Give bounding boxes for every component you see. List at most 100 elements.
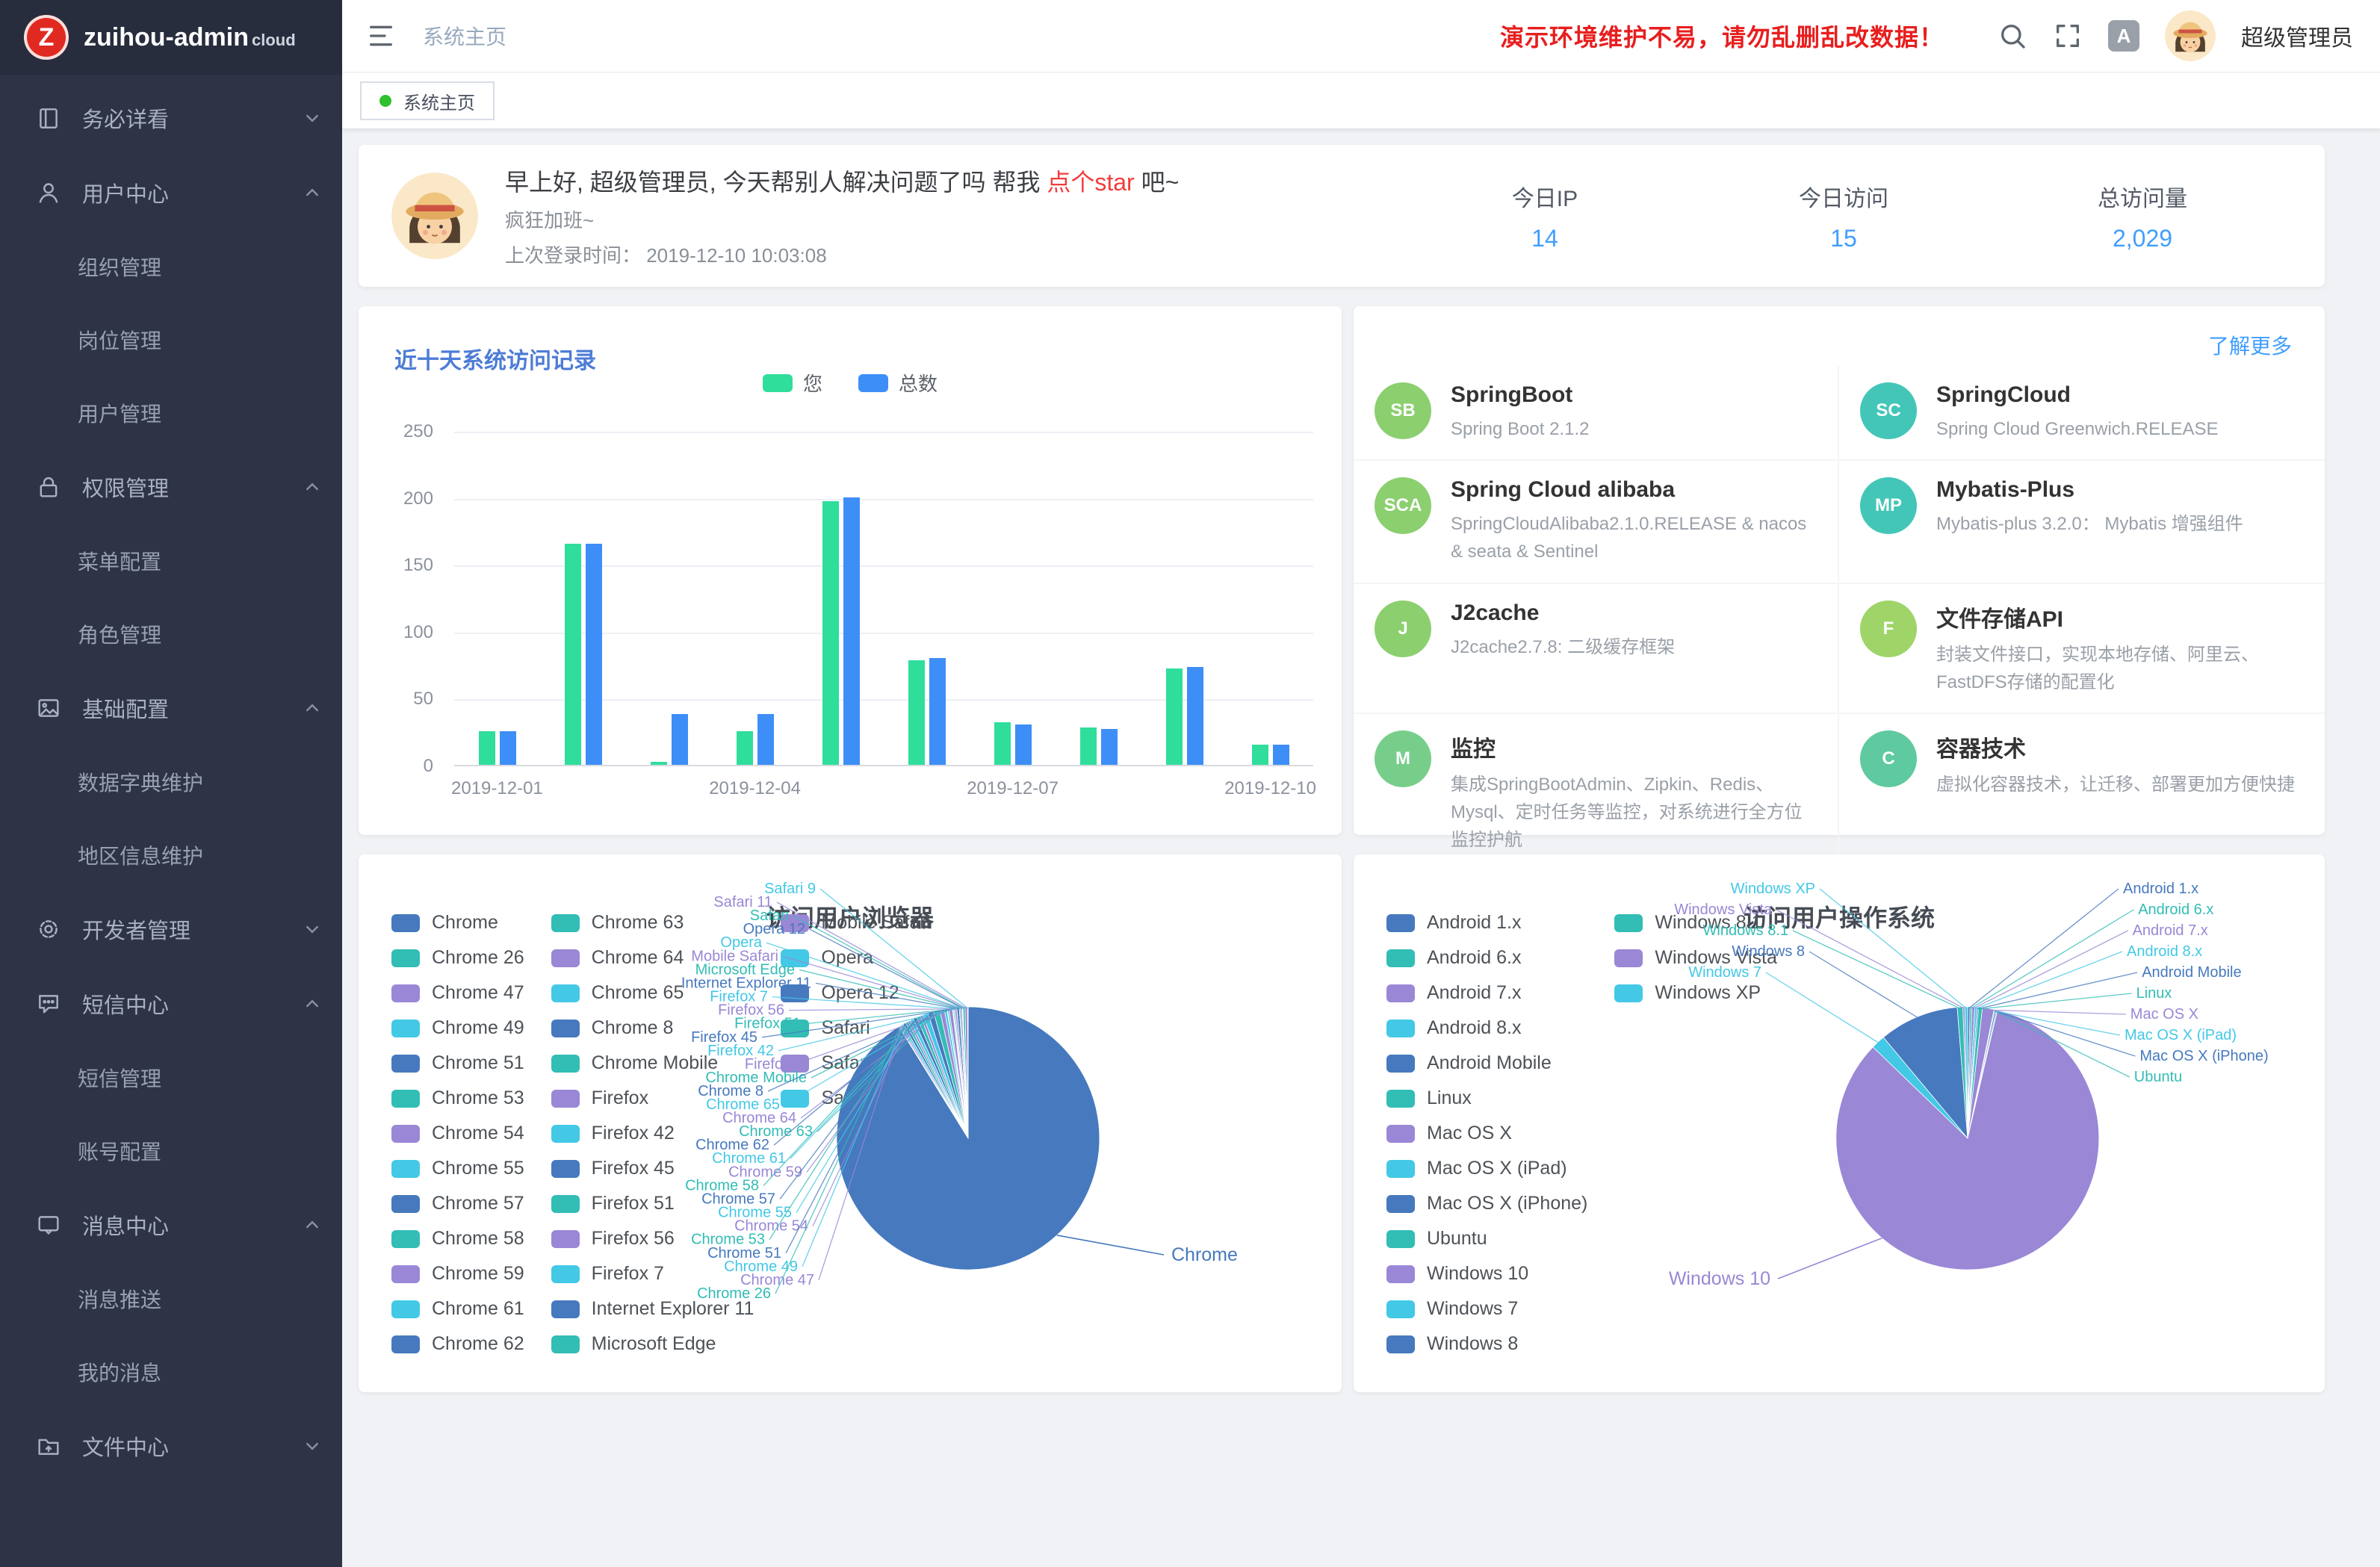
sidebar-item-message-center[interactable]: 消息中心	[0, 1188, 342, 1262]
legend-item[interactable]: Android Mobile	[1386, 1052, 1587, 1074]
sidebar-item-user-management[interactable]: 用户管理	[0, 376, 342, 450]
tab-home[interactable]: 系统主页	[360, 81, 495, 120]
sidebar-item-base-config[interactable]: 基础配置	[0, 671, 342, 745]
sidebar-item-developer-management[interactable]: 开发者管理	[0, 892, 342, 966]
bar-series-0[interactable]	[908, 660, 925, 765]
legend-item[interactable]: Chrome 59	[391, 1263, 524, 1285]
legend-item[interactable]: Firefox 56	[551, 1228, 754, 1250]
legend-item[interactable]: Chrome 51	[391, 1052, 524, 1074]
legend-item[interactable]: Opera	[781, 947, 930, 969]
bar-series-1[interactable]	[586, 544, 602, 765]
legend-item[interactable]: Chrome 47	[391, 982, 524, 1004]
sidebar-item-must-read[interactable]: 务必详看	[0, 81, 342, 155]
username[interactable]: 超级管理员	[2241, 19, 2353, 52]
legend-item[interactable]: Opera 12	[781, 982, 930, 1004]
legend-item[interactable]: Windows XP	[1614, 982, 1777, 1004]
bar-series-1[interactable]	[1273, 745, 1289, 765]
legend-item[interactable]: Chrome 8	[551, 1017, 754, 1039]
bar-series-0[interactable]	[994, 722, 1011, 765]
legend-item[interactable]: Chrome 54	[391, 1123, 524, 1144]
legend-item[interactable]: Linux	[1386, 1087, 1587, 1109]
legend-item[interactable]: Windows 10	[1386, 1263, 1587, 1285]
sidebar-item-message-push[interactable]: 消息推送	[0, 1262, 342, 1335]
legend-item[interactable]: Chrome 57	[391, 1193, 524, 1214]
legend-item[interactable]: Firefox 7	[551, 1263, 754, 1285]
bar-series-0[interactable]	[651, 762, 667, 765]
legend-item[interactable]: Mobile Safari	[781, 912, 930, 934]
bar-series-0[interactable]	[1252, 745, 1268, 765]
breadcrumb[interactable]: 系统主页	[423, 21, 506, 51]
menu-fold-icon[interactable]	[366, 21, 396, 51]
learn-more-link[interactable]: 了解更多	[2208, 330, 2292, 360]
bar-series-1[interactable]	[1187, 667, 1203, 765]
legend-item[interactable]: Chrome 26	[391, 947, 524, 969]
legend-item[interactable]: Chrome 58	[391, 1228, 524, 1250]
legend-item[interactable]: Android 8.x	[1386, 1017, 1587, 1039]
bar-series-1[interactable]	[843, 497, 860, 765]
bar-series-0[interactable]	[565, 544, 581, 765]
sidebar-item-dict-maintenance[interactable]: 数据字典维护	[0, 745, 342, 819]
sidebar-item-file-center[interactable]: 文件中心	[0, 1409, 342, 1483]
legend-item[interactable]: Android 1.x	[1386, 912, 1587, 934]
bar-series-1[interactable]	[672, 714, 688, 765]
font-size-icon[interactable]: A	[2108, 20, 2139, 52]
bar-series-0[interactable]	[822, 501, 839, 765]
search-icon[interactable]	[1998, 21, 2027, 51]
legend-item[interactable]: Chrome 65	[551, 982, 754, 1004]
bar-series-1[interactable]	[1015, 724, 1032, 765]
sidebar-item-role-management[interactable]: 角色管理	[0, 598, 342, 671]
bar-series-1[interactable]	[929, 658, 946, 765]
sidebar-item-menu-config[interactable]: 菜单配置	[0, 524, 342, 598]
avatar[interactable]	[2165, 10, 2216, 61]
legend-item[interactable]: Android 6.x	[1386, 947, 1587, 969]
sidebar-item-auth-management[interactable]: 权限管理	[0, 450, 342, 524]
legend-item[interactable]: Firefox 45	[551, 1158, 754, 1179]
legend-item[interactable]: Chrome 49	[391, 1017, 524, 1039]
legend-item[interactable]: Mac OS X (iPhone)	[1386, 1193, 1587, 1214]
bar-series-0[interactable]	[1166, 668, 1183, 765]
sidebar-item-account-config[interactable]: 账号配置	[0, 1114, 342, 1188]
star-link[interactable]: 点个star	[1047, 169, 1134, 196]
sidebar-item-my-messages[interactable]: 我的消息	[0, 1335, 342, 1409]
sidebar-item-org-management[interactable]: 组织管理	[0, 230, 342, 303]
legend-item[interactable]: Safari 9	[781, 1087, 930, 1109]
legend-item[interactable]: Microsoft Edge	[551, 1333, 754, 1355]
bar-series-1[interactable]	[757, 714, 774, 765]
legend-item[interactable]: Chrome 61	[391, 1298, 524, 1320]
legend-item[interactable]: Chrome 62	[391, 1333, 524, 1355]
legend-item[interactable]: Mac OS X	[1386, 1123, 1587, 1144]
legend-item[interactable]: Android 7.x	[1386, 982, 1587, 1004]
legend-item[interactable]: Windows 8.1	[1614, 912, 1777, 934]
legend-item[interactable]: Windows 7	[1386, 1298, 1587, 1320]
bar-series-1[interactable]	[1101, 729, 1118, 765]
sidebar-item-user-center[interactable]: 用户中心	[0, 155, 342, 230]
legend-item[interactable]: Internet Explorer 11	[551, 1298, 754, 1320]
app-logo[interactable]: Z zuihou-admincloud	[0, 0, 342, 75]
legend-item[interactable]: Chrome 55	[391, 1158, 524, 1179]
legend-item[interactable]: Mac OS X (iPad)	[1386, 1158, 1587, 1179]
sidebar-item-sms-management[interactable]: 短信管理	[0, 1041, 342, 1114]
legend-item[interactable]: Ubuntu	[1386, 1228, 1587, 1250]
legend-item[interactable]: Firefox 51	[551, 1193, 754, 1214]
legend-item[interactable]: Chrome 63	[551, 912, 754, 934]
legend-item[interactable]: Chrome 64	[551, 947, 754, 969]
legend-item[interactable]: Chrome 53	[391, 1087, 524, 1109]
legend-item[interactable]: Windows Vista	[1614, 947, 1777, 969]
legend-item[interactable]: Firefox	[551, 1087, 754, 1109]
sidebar-item-post-management[interactable]: 岗位管理	[0, 303, 342, 376]
legend-item[interactable]: Chrome	[391, 912, 524, 934]
fullscreen-icon[interactable]	[2053, 21, 2083, 51]
legend-item[interactable]: 您	[763, 369, 822, 397]
legend-item[interactable]: 总数	[858, 369, 938, 397]
legend-item[interactable]: Safari 11	[781, 1052, 930, 1074]
legend-item[interactable]: Windows 8	[1386, 1333, 1587, 1355]
legend-item[interactable]: Chrome Mobile	[551, 1052, 754, 1074]
legend-item[interactable]: Firefox 42	[551, 1123, 754, 1144]
bar-series-0[interactable]	[737, 731, 753, 765]
bar-series-0[interactable]	[479, 731, 495, 765]
bar-series-0[interactable]	[1080, 727, 1097, 765]
sidebar-item-sms-center[interactable]: 短信中心	[0, 966, 342, 1041]
legend-item[interactable]: Safari	[781, 1017, 930, 1039]
sidebar-item-region-maintenance[interactable]: 地区信息维护	[0, 819, 342, 892]
bar-series-1[interactable]	[500, 731, 516, 765]
